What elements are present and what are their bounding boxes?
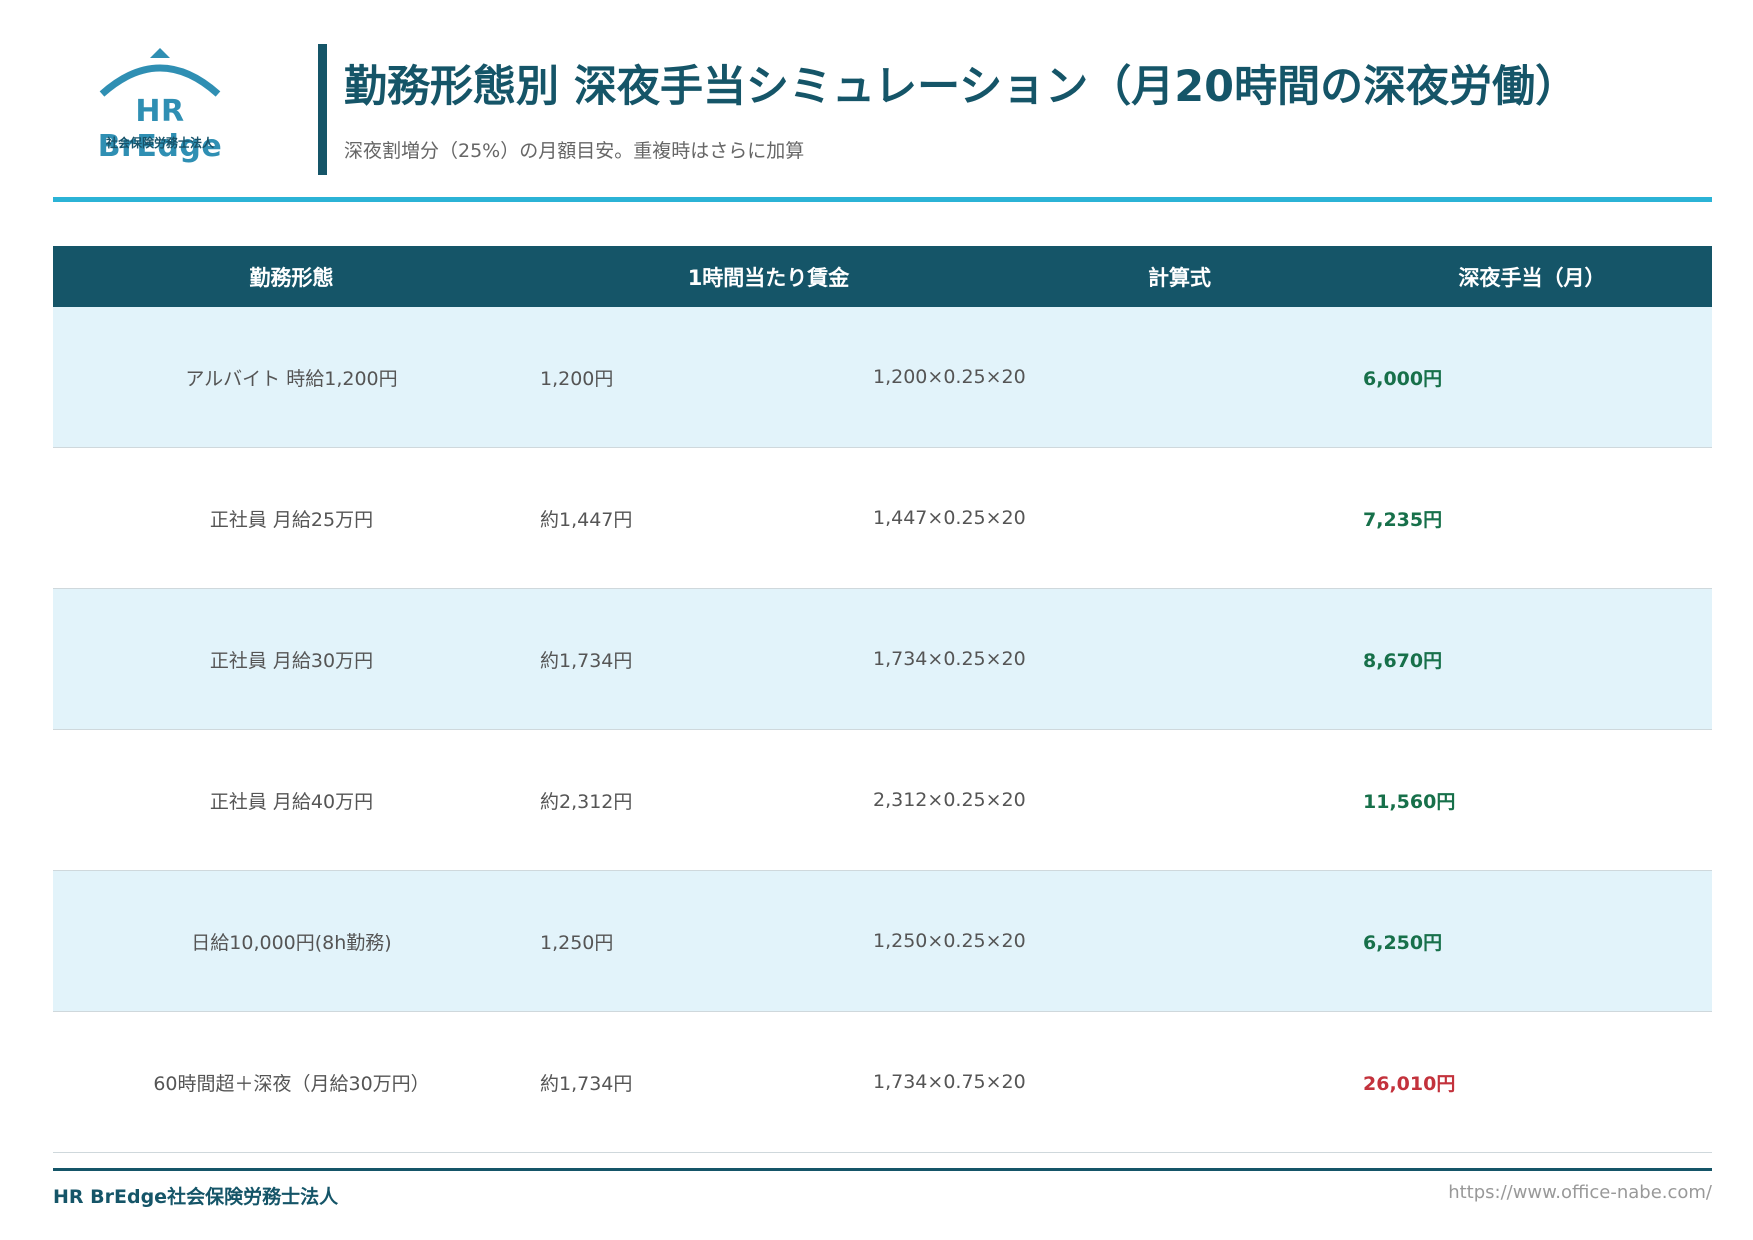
page-subtitle: 深夜割増分（25%）の月額目安。重複時はさらに加算	[344, 140, 805, 162]
cell-monthly-allowance: 7,235円	[1363, 508, 1443, 531]
logo-subtitle: 社会保険労務士法人	[105, 136, 214, 150]
header-formula: 計算式	[1148, 265, 1211, 290]
footer-url: https://www.office-nabe.com/	[1448, 1182, 1712, 1203]
table-row: アルバイト 時給1,200円 1,200円 1,200×0.25×20 6,000円	[53, 307, 1712, 448]
header-monthly-allowance: 深夜手当（月）	[1458, 265, 1606, 290]
logo-name: HR BrEdge	[97, 94, 223, 164]
cell-work-type: 正社員 月給30万円	[209, 649, 374, 672]
allowance-table: 勤務形態 1時間当たり賃金 計算式 深夜手当（月） アルバイト 時給1,200円…	[53, 246, 1712, 1153]
company-logo: HR BrEdge 社会保険労務士法人	[70, 48, 250, 164]
title-accent-bar	[318, 44, 327, 175]
table-body: アルバイト 時給1,200円 1,200円 1,200×0.25×20 6,000円正…	[53, 307, 1712, 1153]
cell-monthly-allowance: 26,010円	[1363, 1072, 1456, 1095]
cell-formula: 1,200×0.25×20	[873, 366, 1026, 388]
cell-formula: 1,447×0.25×20	[873, 507, 1026, 529]
cell-monthly-allowance: 6,250円	[1363, 931, 1443, 954]
header-work-type: 勤務形態	[249, 265, 334, 290]
cell-hourly-wage: 約1,447円	[540, 508, 633, 531]
header-divider	[53, 197, 1712, 202]
cell-formula: 2,312×0.25×20	[873, 789, 1026, 811]
table-row: 正社員 月給30万円 約1,734円 1,734×0.25×20 8,670円	[53, 589, 1712, 730]
cell-hourly-wage: 約1,734円	[540, 1072, 633, 1095]
header-hourly-wage: 1時間当たり賃金	[687, 265, 850, 290]
cell-work-type: 正社員 月給40万円	[209, 790, 374, 813]
footer-divider	[53, 1168, 1712, 1171]
bridge-arch-icon	[99, 48, 221, 97]
cell-monthly-allowance: 8,670円	[1363, 649, 1443, 672]
cell-work-type: 正社員 月給25万円	[209, 508, 374, 531]
table-header: 勤務形態 1時間当たり賃金 計算式 深夜手当（月）	[53, 246, 1712, 307]
cell-hourly-wage: 約2,312円	[540, 790, 633, 813]
footer-company: HR BrEdge社会保険労務士法人	[53, 1186, 339, 1208]
cell-monthly-allowance: 11,560円	[1363, 790, 1456, 813]
table-row: 正社員 月給40万円 約2,312円 2,312×0.25×20 11,560円	[53, 730, 1712, 871]
cell-formula: 1,734×0.25×20	[873, 648, 1026, 670]
table-row: 60時間超＋深夜（月給30万円） 約1,734円 1,734×0.75×20 26,0…	[53, 1012, 1712, 1153]
cell-work-type: 60時間超＋深夜（月給30万円）	[153, 1072, 430, 1095]
cell-hourly-wage: 1,250円	[540, 931, 614, 954]
table-row: 正社員 月給25万円 約1,447円 1,447×0.25×20 7,235円	[53, 448, 1712, 589]
page-title: 勤務形態別 深夜手当シミュレーション（月20時間の深夜労働）	[344, 62, 1579, 112]
cell-hourly-wage: 約1,734円	[540, 649, 633, 672]
cell-formula: 1,734×0.75×20	[873, 1071, 1026, 1093]
cell-hourly-wage: 1,200円	[540, 367, 614, 390]
cell-formula: 1,250×0.25×20	[873, 930, 1026, 952]
cell-work-type: 日給10,000円(8h勤務)	[191, 931, 392, 954]
cell-work-type: アルバイト 時給1,200円	[185, 367, 398, 390]
table-row: 日給10,000円(8h勤務) 1,250円 1,250×0.25×20 6,250円	[53, 871, 1712, 1012]
cell-monthly-allowance: 6,000円	[1363, 367, 1443, 390]
